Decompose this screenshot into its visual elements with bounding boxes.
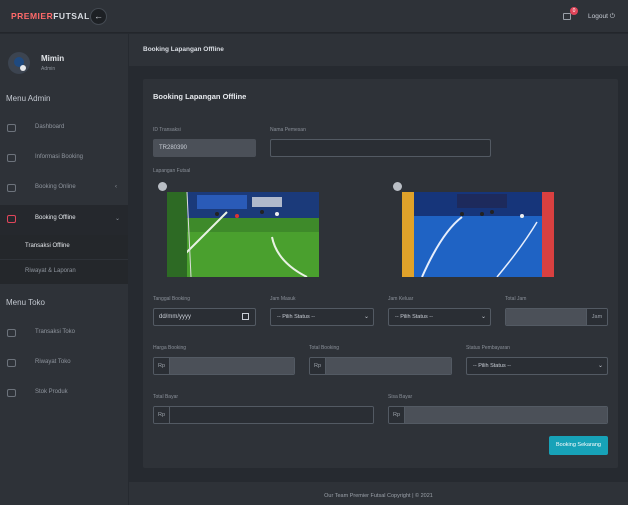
total-jam-field: Jam: [505, 308, 608, 326]
cart-icon: [563, 13, 571, 20]
dashboard-icon: [7, 124, 16, 132]
logout-link[interactable]: Logout ⏻: [588, 13, 615, 21]
calendar-icon[interactable]: [242, 313, 249, 320]
currency-prefix: Rp: [389, 407, 405, 423]
user-name: Mimin: [41, 54, 65, 63]
card-title: Booking Lapangan Offline: [153, 92, 247, 101]
total-jam-label: Total Jam: [505, 296, 527, 302]
total-bayar-field[interactable]: Rp: [153, 406, 374, 424]
lapangan-label: Lapangan Futsal: [153, 168, 191, 174]
section-title-admin: Menu Admin: [6, 94, 51, 103]
jam-masuk-select[interactable]: -- Pilih Status -- ⌄: [270, 308, 374, 326]
status-pembayaran-label: Status Pembayaran: [466, 345, 510, 351]
sidebar-item-riwayat-toko[interactable]: Riwayat Toko: [0, 349, 128, 379]
harga-booking-label: Harga Booking: [153, 345, 187, 351]
total-booking-field: Rp: [309, 357, 452, 375]
jam-keluar-select[interactable]: -- Pilih Status -- ⌄: [388, 308, 491, 326]
avatar: [8, 52, 30, 74]
calendar-icon: [7, 215, 16, 223]
jam-masuk-label: Jam Masuk: [270, 296, 296, 302]
monitor-icon: [7, 184, 16, 192]
sidebar-subitem-transaksi-offline[interactable]: Transaksi Offline: [0, 235, 128, 259]
lapangan-photo-blue[interactable]: [402, 192, 554, 277]
page-title: Booking Lapangan Offline: [143, 46, 224, 53]
chevron-down-icon: ⌄: [363, 314, 369, 320]
total-booking-value: [326, 358, 451, 374]
sidebar-item-transaksi-toko[interactable]: Transaksi Toko: [0, 319, 128, 349]
total-bayar-label: Total Bayar: [153, 394, 179, 400]
id-transaksi-label: ID Transaksi: [153, 127, 181, 133]
top-navbar: PREMIERFUTSAL ← 0 Logout ⏻: [0, 0, 628, 33]
nama-pemesan-label: Nama Pemesan: [270, 127, 306, 133]
lapangan-photo-grass[interactable]: [167, 192, 319, 277]
logout-icon: ⏻: [609, 13, 615, 20]
total-jam-value: [506, 309, 586, 325]
status-pembayaran-select[interactable]: -- Pilih Status -- ⌄: [466, 357, 608, 375]
lapangan-radio-1[interactable]: [158, 182, 167, 191]
chevron-down-icon: ⌄: [480, 314, 486, 320]
total-jam-suffix: Jam: [586, 309, 607, 325]
harga-booking-field: Rp: [153, 357, 295, 375]
section-title-toko: Menu Toko: [6, 298, 45, 307]
currency-prefix: Rp: [154, 407, 170, 423]
sidebar-item-booking-offline[interactable]: Booking Offline ⌄: [0, 205, 128, 235]
id-transaksi-field: TR280390: [153, 139, 256, 157]
harga-booking-value: [170, 358, 294, 374]
total-booking-label: Total Booking: [309, 345, 340, 351]
currency-prefix: Rp: [154, 358, 170, 374]
sisa-bayar-value: [405, 407, 607, 423]
sidebar-item-dashboard[interactable]: Dashboard: [0, 114, 128, 144]
sidebar-item-stok-produk[interactable]: Stok Produk: [0, 379, 128, 409]
chevron-down-icon: ⌄: [597, 363, 603, 369]
tanggal-booking-label: Tanggal Booking: [153, 296, 190, 302]
sisa-bayar-field: Rp: [388, 406, 608, 424]
cart-count-badge: 0: [570, 7, 578, 15]
sound-icon: [7, 389, 16, 397]
currency-prefix: Rp: [310, 358, 326, 374]
sidebar-toggle-button[interactable]: ←: [90, 8, 107, 25]
sidebar-subitem-riwayat-laporan[interactable]: Riwayat & Laporan: [0, 260, 128, 284]
brand-logo[interactable]: PREMIERFUTSAL: [11, 11, 90, 21]
footer: Our Team Premier Futsal Copyright | © 20…: [129, 482, 628, 505]
page-header: Booking Lapangan Offline: [129, 34, 628, 66]
sidebar: Mimin Admin Menu Admin Dashboard Informa…: [0, 34, 128, 505]
chevron-left-icon: ‹: [115, 184, 117, 190]
chevron-down-icon: ⌄: [115, 216, 121, 222]
jam-keluar-label: Jam Keluar: [388, 296, 414, 302]
sidebar-item-booking-online[interactable]: Booking Online ‹: [0, 174, 128, 204]
dashboard-icon: [7, 329, 16, 337]
tanggal-booking-input[interactable]: dd/mm/yyyy: [153, 308, 256, 326]
booking-sekarang-button[interactable]: Booking Sekarang: [549, 436, 608, 455]
user-role: Admin: [41, 66, 56, 72]
sidebar-item-informasi-booking[interactable]: Informasi Booking: [0, 144, 128, 174]
sisa-bayar-label: Sisa Bayar: [388, 394, 413, 400]
footer-copyright: Our Team Premier Futsal Copyright | © 20…: [324, 493, 433, 499]
nama-pemesan-input[interactable]: [270, 139, 491, 157]
cart-button[interactable]: 0: [563, 7, 578, 21]
document-icon: [7, 154, 16, 162]
total-bayar-input[interactable]: [170, 407, 373, 423]
lapangan-radio-2[interactable]: [393, 182, 402, 191]
document-icon: [7, 359, 16, 367]
